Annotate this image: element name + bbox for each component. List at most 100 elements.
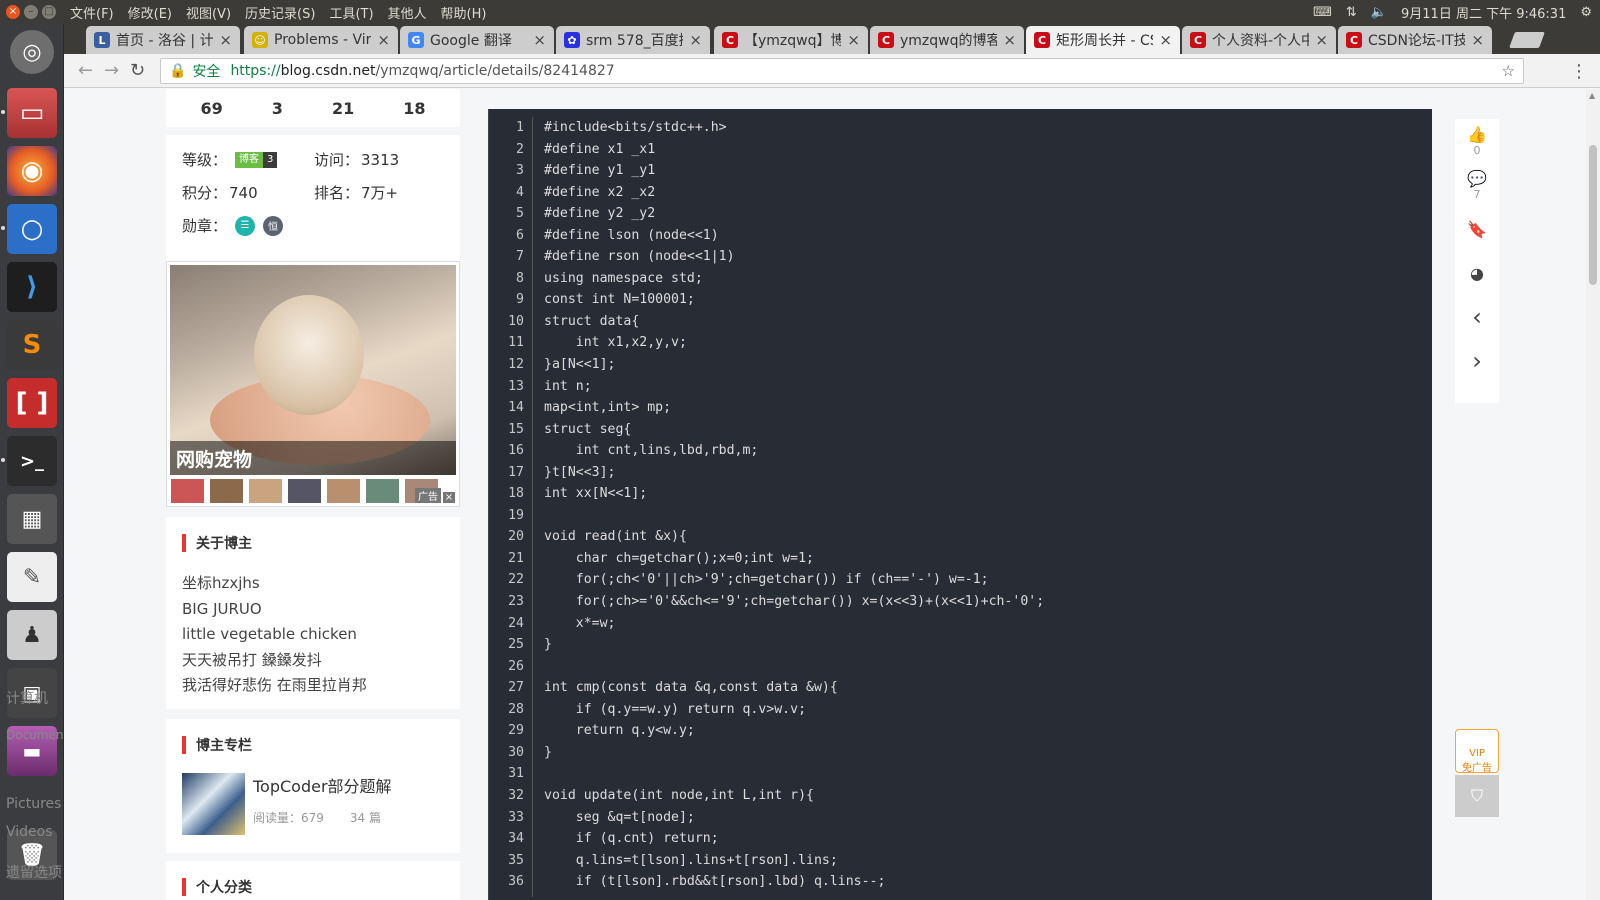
code-line[interactable]: }t[N<<3]; <box>544 462 1044 484</box>
tab-close-icon[interactable]: × <box>1159 31 1172 49</box>
code-line[interactable] <box>544 505 1044 527</box>
wechat-share-button[interactable]: ◕ <box>1455 251 1499 295</box>
code-line[interactable]: struct seg{ <box>544 419 1044 441</box>
column-item[interactable]: TopCoder部分题解 阅读量：679 34 篇 <box>182 773 444 835</box>
menu-help[interactable]: 帮助(H) <box>441 3 487 22</box>
ad-banner[interactable]: 网购宠物 广告 × <box>166 261 460 507</box>
code-line[interactable]: void update(int node,int L,int r){ <box>544 785 1044 807</box>
menu-people[interactable]: 其他人 <box>388 3 427 22</box>
code-line[interactable] <box>544 656 1044 678</box>
ad-thumbnail[interactable] <box>249 479 282 503</box>
minimize-window-button[interactable]: – <box>24 5 38 19</box>
java-duke-icon[interactable]: ♟ <box>7 610 57 660</box>
browser-tab[interactable]: Cymzqwq的博客 × <box>870 26 1024 54</box>
files-icon[interactable]: ▭ <box>7 88 57 138</box>
code-line[interactable]: #define rson (node<<1|1) <box>544 246 1044 268</box>
column-name-link[interactable]: TopCoder部分题解 <box>253 773 407 797</box>
code-line[interactable]: return q.y<w.y; <box>544 720 1044 742</box>
ad-image[interactable]: 网购宠物 <box>170 265 456 475</box>
forward-button[interactable]: → <box>104 60 119 81</box>
scrollbar-thumb[interactable] <box>1589 145 1597 285</box>
code-line[interactable]: q.lins=t[lson].lins+t[rson].lins; <box>544 850 1044 872</box>
code-line[interactable]: if (q.y==w.y) return q.v>w.v; <box>544 699 1044 721</box>
tab-close-icon[interactable]: × <box>689 31 702 49</box>
code-line[interactable]: seg &q=t[node]; <box>544 807 1044 829</box>
bookmark-star-icon[interactable]: ☆ <box>1502 62 1515 80</box>
code-line[interactable]: #include<bits/stdc++.h> <box>544 117 1044 139</box>
code-line[interactable]: void read(int &x){ <box>544 526 1044 548</box>
code-line[interactable]: #define x1 _x1 <box>544 139 1044 161</box>
browser-tab[interactable]: C 【ymzqwq】博 × <box>714 26 868 54</box>
brackets-icon[interactable]: [ ] <box>7 378 57 428</box>
code-line[interactable]: #define lson (node<<1) <box>544 225 1044 247</box>
code-line[interactable]: map<int,int> mp; <box>544 397 1044 419</box>
ubuntu-dash-icon[interactable]: ◎ <box>10 30 54 74</box>
calculator-icon[interactable]: ▦ <box>7 494 57 544</box>
chrome-icon[interactable]: ○ <box>7 204 57 254</box>
tab-close-icon[interactable]: × <box>1471 31 1484 49</box>
ad-close-icon[interactable]: × <box>443 492 455 503</box>
menu-tools[interactable]: 工具(T) <box>329 3 373 22</box>
reload-button[interactable]: ↻ <box>130 60 145 81</box>
firefox-icon[interactable]: ◉ <box>7 146 57 196</box>
code-line[interactable] <box>544 763 1044 785</box>
page-scrollbar[interactable]: ▲ <box>1586 89 1600 900</box>
browser-tab[interactable]: C 个人资料-个人中 × <box>1182 26 1336 54</box>
code-line[interactable]: for(;ch>='0'&&ch<='9';ch=getchar()) x=(x… <box>544 591 1044 613</box>
shield-icon[interactable]: ⛉ <box>1455 775 1499 817</box>
like-button[interactable]: 👍 0 <box>1455 119 1499 163</box>
new-tab-button[interactable] <box>1509 32 1545 48</box>
code-line[interactable]: #define x2 _x2 <box>544 182 1044 204</box>
ad-thumbnail[interactable] <box>288 479 321 503</box>
prev-article-button[interactable]: ‹ <box>1455 295 1499 339</box>
tab-close-icon[interactable]: × <box>1315 31 1328 49</box>
code-block[interactable]: 1 2 3 4 5 6 7 8 9 10 11 12 13 14 15 16 17 18 19 20 21 22 23 24 2… <box>488 109 1432 900</box>
code-line[interactable]: int n; <box>544 376 1044 398</box>
scroll-up-icon[interactable]: ▲ <box>1589 91 1595 100</box>
vscode-icon[interactable]: ⟩ <box>7 262 57 312</box>
column-cover-image[interactable] <box>182 773 245 835</box>
code-line[interactable]: int cmp(const data &q,const data &w){ <box>544 677 1044 699</box>
code-line[interactable]: #define y2 _y2 <box>544 203 1044 225</box>
clock[interactable]: 9月11日 周二 下午 9:46:31 <box>1401 3 1566 22</box>
code-line[interactable]: const int N=100001; <box>544 289 1044 311</box>
browser-tab[interactable]: ✿ srm 578_百度搜 × <box>556 26 710 54</box>
network-icon[interactable]: ⇅ <box>1346 5 1357 20</box>
browser-tab[interactable]: ☺ Problems - Virtua × <box>244 26 398 54</box>
ad-thumbnail[interactable] <box>210 479 243 503</box>
menu-history[interactable]: 历史记录(S) <box>245 3 315 22</box>
code-line[interactable]: x*=w; <box>544 613 1044 635</box>
tab-close-icon[interactable]: × <box>533 31 546 49</box>
terminal-icon[interactable]: >_ <box>7 436 57 486</box>
tab-close-icon[interactable]: × <box>219 31 232 49</box>
browser-tab[interactable]: G Google 翻译 × <box>400 26 554 54</box>
code-line[interactable]: if (t[lson].rbd&&t[rson].lbd) q.lins--; <box>544 871 1044 893</box>
code-line[interactable]: #define y1 _y1 <box>544 160 1044 182</box>
menu-view[interactable]: 视图(V) <box>186 3 231 22</box>
code-line[interactable]: using namespace std; <box>544 268 1044 290</box>
code-line[interactable]: char ch=getchar();x=0;int w=1; <box>544 548 1044 570</box>
close-window-button[interactable]: × <box>6 5 20 19</box>
code-line[interactable]: struct data{ <box>544 311 1044 333</box>
ad-thumbnail[interactable] <box>171 479 204 503</box>
menu-file[interactable]: 文件(F) <box>70 3 114 22</box>
medal-list-icon[interactable]: ☰ <box>235 215 256 236</box>
code-line[interactable]: int cnt,lins,lbd,rbd,m; <box>544 440 1044 462</box>
browser-menu-icon[interactable]: ⋮ <box>1570 61 1588 82</box>
browser-tab[interactable]: C 矩形周长并 - CS × <box>1026 26 1180 54</box>
tab-close-icon[interactable]: × <box>847 31 860 49</box>
tab-close-icon[interactable]: × <box>377 31 390 49</box>
code-line[interactable]: } <box>544 742 1044 764</box>
code-lines[interactable]: #include<bits/stdc++.h> #define x1 _x1 #de… <box>544 117 1044 893</box>
url-text[interactable]: https://blog.csdn.net/ymzqwq/article/det… <box>230 63 614 79</box>
text-editor-icon[interactable]: ✎ <box>7 552 57 602</box>
code-line[interactable]: int xx[N<<1]; <box>544 483 1044 505</box>
volume-icon[interactable]: 🔈 <box>1371 5 1387 20</box>
ad-thumbnail[interactable] <box>366 479 399 503</box>
back-button[interactable]: ← <box>78 60 93 81</box>
sublime-text-icon[interactable]: S <box>7 320 57 370</box>
menu-edit[interactable]: 修改(E) <box>128 3 172 22</box>
code-line[interactable]: } <box>544 634 1044 656</box>
code-line[interactable]: }a[N<<1]; <box>544 354 1044 376</box>
next-article-button[interactable]: › <box>1455 339 1499 383</box>
